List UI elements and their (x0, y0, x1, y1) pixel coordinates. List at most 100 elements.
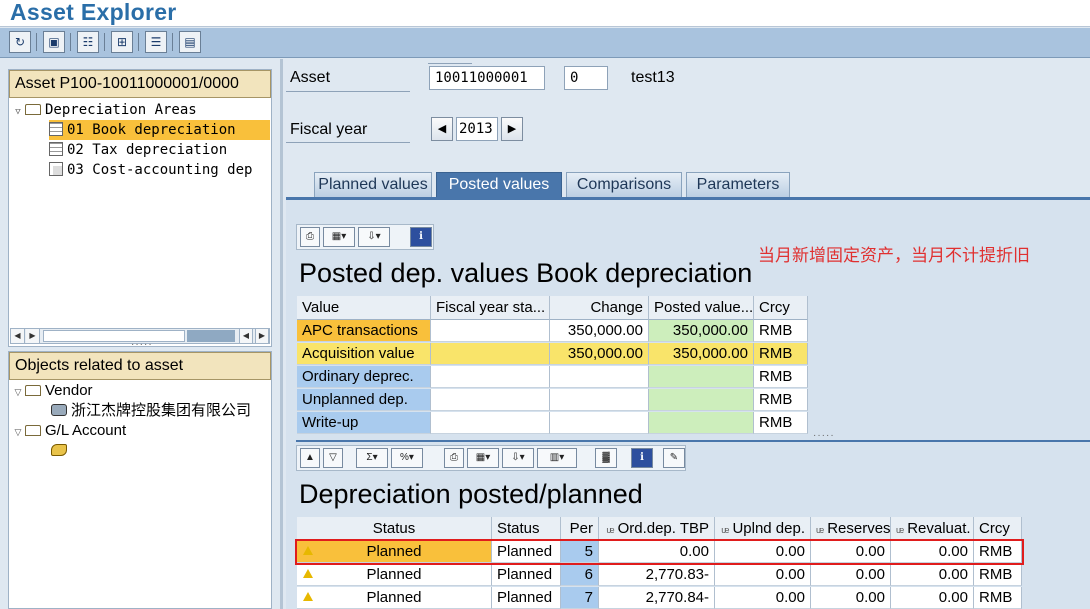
table-cell[interactable]: 0.00 (811, 587, 891, 609)
table-cell[interactable]: 2,770.84- (599, 587, 715, 609)
tree-item-cost-accounting[interactable]: 03 Cost-accounting dep (49, 160, 270, 180)
previous-year-button[interactable]: ◀ (431, 117, 453, 141)
tree-item-book-depreciation[interactable]: 01 Book depreciation (49, 120, 270, 140)
scroll-right-icon[interactable]: ▶ (255, 329, 269, 343)
tab-posted-values[interactable]: Posted values (436, 172, 562, 198)
column-header[interactable]: Value (297, 296, 431, 320)
tree-node-depreciation-areas[interactable]: ▽ Depreciation Areas (11, 100, 269, 120)
info-icon[interactable]: i (631, 448, 653, 468)
table-cell[interactable]: RMB (754, 412, 808, 434)
view-menu-icon[interactable]: ▦▾ (323, 227, 355, 247)
table-cell[interactable]: Acquisition value (297, 343, 431, 365)
column-header[interactable]: Posted value... (649, 296, 754, 320)
tree-item-vendor-name[interactable]: 浙江杰牌控股集团有限公司 (51, 401, 271, 421)
table-cell[interactable]: Unplanned dep. (297, 389, 431, 411)
table-cell[interactable] (649, 389, 754, 411)
table-cell[interactable]: 350,000.00 (649, 320, 754, 342)
info-icon[interactable]: i (410, 227, 432, 247)
table-cell[interactable]: 0.00 (811, 564, 891, 586)
column-header[interactable]: Status (297, 517, 492, 541)
column-header[interactable]: ᵫ Reserves (811, 517, 891, 541)
table-cell[interactable]: APC transactions (297, 320, 431, 342)
layout-menu-icon[interactable]: ▥▾ (537, 448, 577, 468)
print-icon[interactable]: ⎙ (300, 227, 320, 247)
column-header[interactable]: ᵫ Revaluat. (891, 517, 974, 541)
table-cell[interactable]: 0.00 (891, 587, 974, 609)
cost-center-icon[interactable]: ☰ (145, 31, 167, 53)
table-cell[interactable]: Planned (492, 564, 561, 586)
chart-icon[interactable]: ▓ (595, 448, 617, 468)
export-menu-icon[interactable]: ⇩▾ (358, 227, 390, 247)
tab-planned-values[interactable]: Planned values (314, 172, 432, 198)
table-cell[interactable]: RMB (974, 564, 1022, 586)
table-cell[interactable]: 0.00 (715, 564, 811, 586)
table-cell[interactable]: 6 (561, 564, 599, 586)
table-cell[interactable]: RMB (754, 343, 808, 365)
display-icon[interactable]: ▤ (179, 31, 201, 53)
tree-item-tax-depreciation[interactable]: 02 Tax depreciation (49, 140, 270, 160)
table-cell[interactable] (431, 320, 550, 342)
scroll-right-icon[interactable]: ▶ (26, 329, 40, 343)
table-cell[interactable]: 350,000.00 (550, 343, 649, 365)
scroll-left-icon[interactable]: ◀ (11, 329, 25, 343)
table-cell[interactable] (550, 366, 649, 388)
fiscal-year-field[interactable]: 2013 (456, 117, 498, 141)
tab-parameters[interactable]: Parameters (686, 172, 790, 198)
splitter-handle[interactable]: ····· (131, 339, 153, 350)
print-icon[interactable]: ⎙ (444, 448, 464, 468)
tree-item-gl-account[interactable] (51, 441, 91, 461)
table-cell[interactable]: Ordinary deprec. (297, 366, 431, 388)
table-cell[interactable] (550, 389, 649, 411)
table-cell[interactable]: RMB (754, 320, 808, 342)
table-cell[interactable] (431, 343, 550, 365)
asset-number-field[interactable]: 10011000001 (429, 66, 545, 90)
table-cell[interactable] (649, 412, 754, 434)
table-cell[interactable]: 350,000.00 (550, 320, 649, 342)
column-header[interactable]: Per (561, 517, 599, 541)
filter-icon[interactable]: ▽ (323, 448, 343, 468)
table-cell[interactable]: Planned (297, 587, 492, 609)
table-cell[interactable]: RMB (754, 389, 808, 411)
expand-triangle-icon[interactable]: ▽ (11, 382, 25, 401)
table-cell[interactable]: 0.00 (891, 564, 974, 586)
table-cell[interactable]: Planned (492, 587, 561, 609)
table-cell[interactable]: Write-up (297, 412, 431, 434)
table-cell[interactable]: 0.00 (715, 587, 811, 609)
table-cell[interactable]: 2,770.83- (599, 564, 715, 586)
column-header[interactable]: Crcy (754, 296, 808, 320)
table-cell[interactable] (431, 366, 550, 388)
scroll-thumb[interactable] (43, 330, 185, 342)
table-cell[interactable]: Planned (297, 564, 492, 586)
expand-triangle-icon[interactable]: ▽ (11, 102, 25, 120)
export-menu-icon[interactable]: ⇩▾ (502, 448, 534, 468)
sort-ascending-icon[interactable]: ▲ (300, 448, 320, 468)
column-header[interactable]: Crcy (974, 517, 1022, 541)
asset-subnumber-field[interactable]: 0 (564, 66, 608, 90)
column-header[interactable]: ᵫ Ord.dep. TBP (599, 517, 715, 541)
tree-node-vendor[interactable]: ▽ Vendor (11, 381, 269, 401)
refresh-icon[interactable]: ↻ (9, 31, 31, 53)
table-cell[interactable] (649, 366, 754, 388)
table-cell[interactable]: 7 (561, 587, 599, 609)
view-menu-icon[interactable]: ▦▾ (467, 448, 499, 468)
next-year-button[interactable]: ▶ (501, 117, 523, 141)
table-cell[interactable]: RMB (754, 366, 808, 388)
switch-icon[interactable]: ▣ (43, 31, 65, 53)
table-cell[interactable]: RMB (974, 587, 1022, 609)
table-cell[interactable] (431, 412, 550, 434)
table-cell[interactable] (431, 389, 550, 411)
subtotal-menu-icon[interactable]: %▾ (391, 448, 423, 468)
table-cell[interactable] (550, 412, 649, 434)
notes-icon[interactable]: ✎ (663, 448, 685, 468)
structure-icon[interactable]: ⊞ (111, 31, 133, 53)
tree-node-gl-account[interactable]: ▽ G/L Account (11, 421, 269, 441)
column-header[interactable]: Change (550, 296, 649, 320)
column-header[interactable]: ᵫ Uplnd dep. (715, 517, 811, 541)
column-header[interactable]: Fiscal year sta... (431, 296, 550, 320)
tab-comparisons[interactable]: Comparisons (566, 172, 682, 198)
column-header[interactable]: Status (492, 517, 561, 541)
scroll-left-icon[interactable]: ◀ (239, 329, 253, 343)
table-cell[interactable]: 350,000.00 (649, 343, 754, 365)
sum-menu-icon[interactable]: Σ▾ (356, 448, 388, 468)
asset-values-icon[interactable]: ☷ (77, 31, 99, 53)
